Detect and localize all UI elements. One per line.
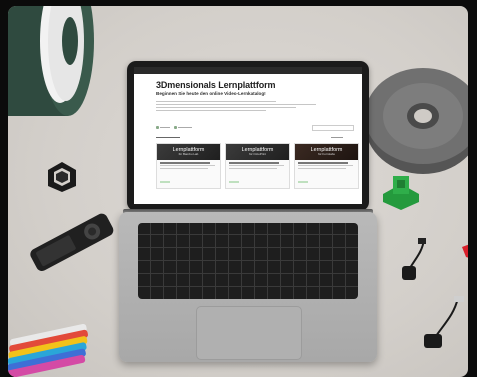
course-card-caption: für Formlabs [318,151,335,156]
course-card[interactable]: Lernplattform für OctoPrint [225,143,290,189]
course-card-banner: Lernplattform für OctoPrint [226,144,289,160]
intro-paragraph [156,101,362,111]
site-navigation-bar[interactable] [134,67,362,74]
thermistor-cable [424,296,464,348]
course-card-caption: für OctoPrint [249,151,266,156]
photo-scene: 3Dmensionals Lernplattform Beginnen Sie … [8,6,468,377]
keyboard[interactable] [138,223,358,299]
laptop-base [119,212,377,362]
course-card-body [226,160,289,190]
white-filament-spool [8,6,94,116]
laptop-screen: 3Dmensionals Lernplattform Beginnen Sie … [127,61,369,211]
search-input[interactable] [312,125,354,131]
red-printed-piece [462,244,468,258]
filter-chip[interactable] [174,126,192,129]
site-subtitle: Beginnen Sie heute den online Video-Lern… [156,91,266,96]
course-cards: Lernplattform für Bambu Lab Lernplattfor… [156,143,359,189]
3d-printer-display-device [30,213,114,271]
course-card[interactable]: Lernplattform für Bambu Lab [156,143,221,189]
course-card[interactable]: Lernplattform für Formlabs [294,143,359,189]
filter-chips [156,126,192,129]
filament-color-swatches [8,323,88,377]
course-tag [298,180,308,184]
sensor-cable [402,238,426,280]
course-card-body [295,160,358,190]
site-title: 3Dmensionals Lernplattform [156,80,276,90]
course-card-banner: Lernplattform für Formlabs [295,144,358,160]
green-printed-part [383,176,419,210]
website-display: 3Dmensionals Lernplattform Beginnen Sie … [134,67,362,204]
course-tag [229,180,239,184]
black-printed-cube [48,162,76,192]
course-tag [160,180,170,184]
filter-chip[interactable] [156,126,170,129]
section-link[interactable] [331,137,343,139]
trackpad[interactable] [196,306,302,360]
course-card-banner: Lernplattform für Bambu Lab [157,144,220,160]
grey-filament-spool [365,68,468,174]
course-card-caption: für Bambu Lab [178,151,199,156]
course-card-body [157,160,220,190]
section-label [156,137,180,139]
